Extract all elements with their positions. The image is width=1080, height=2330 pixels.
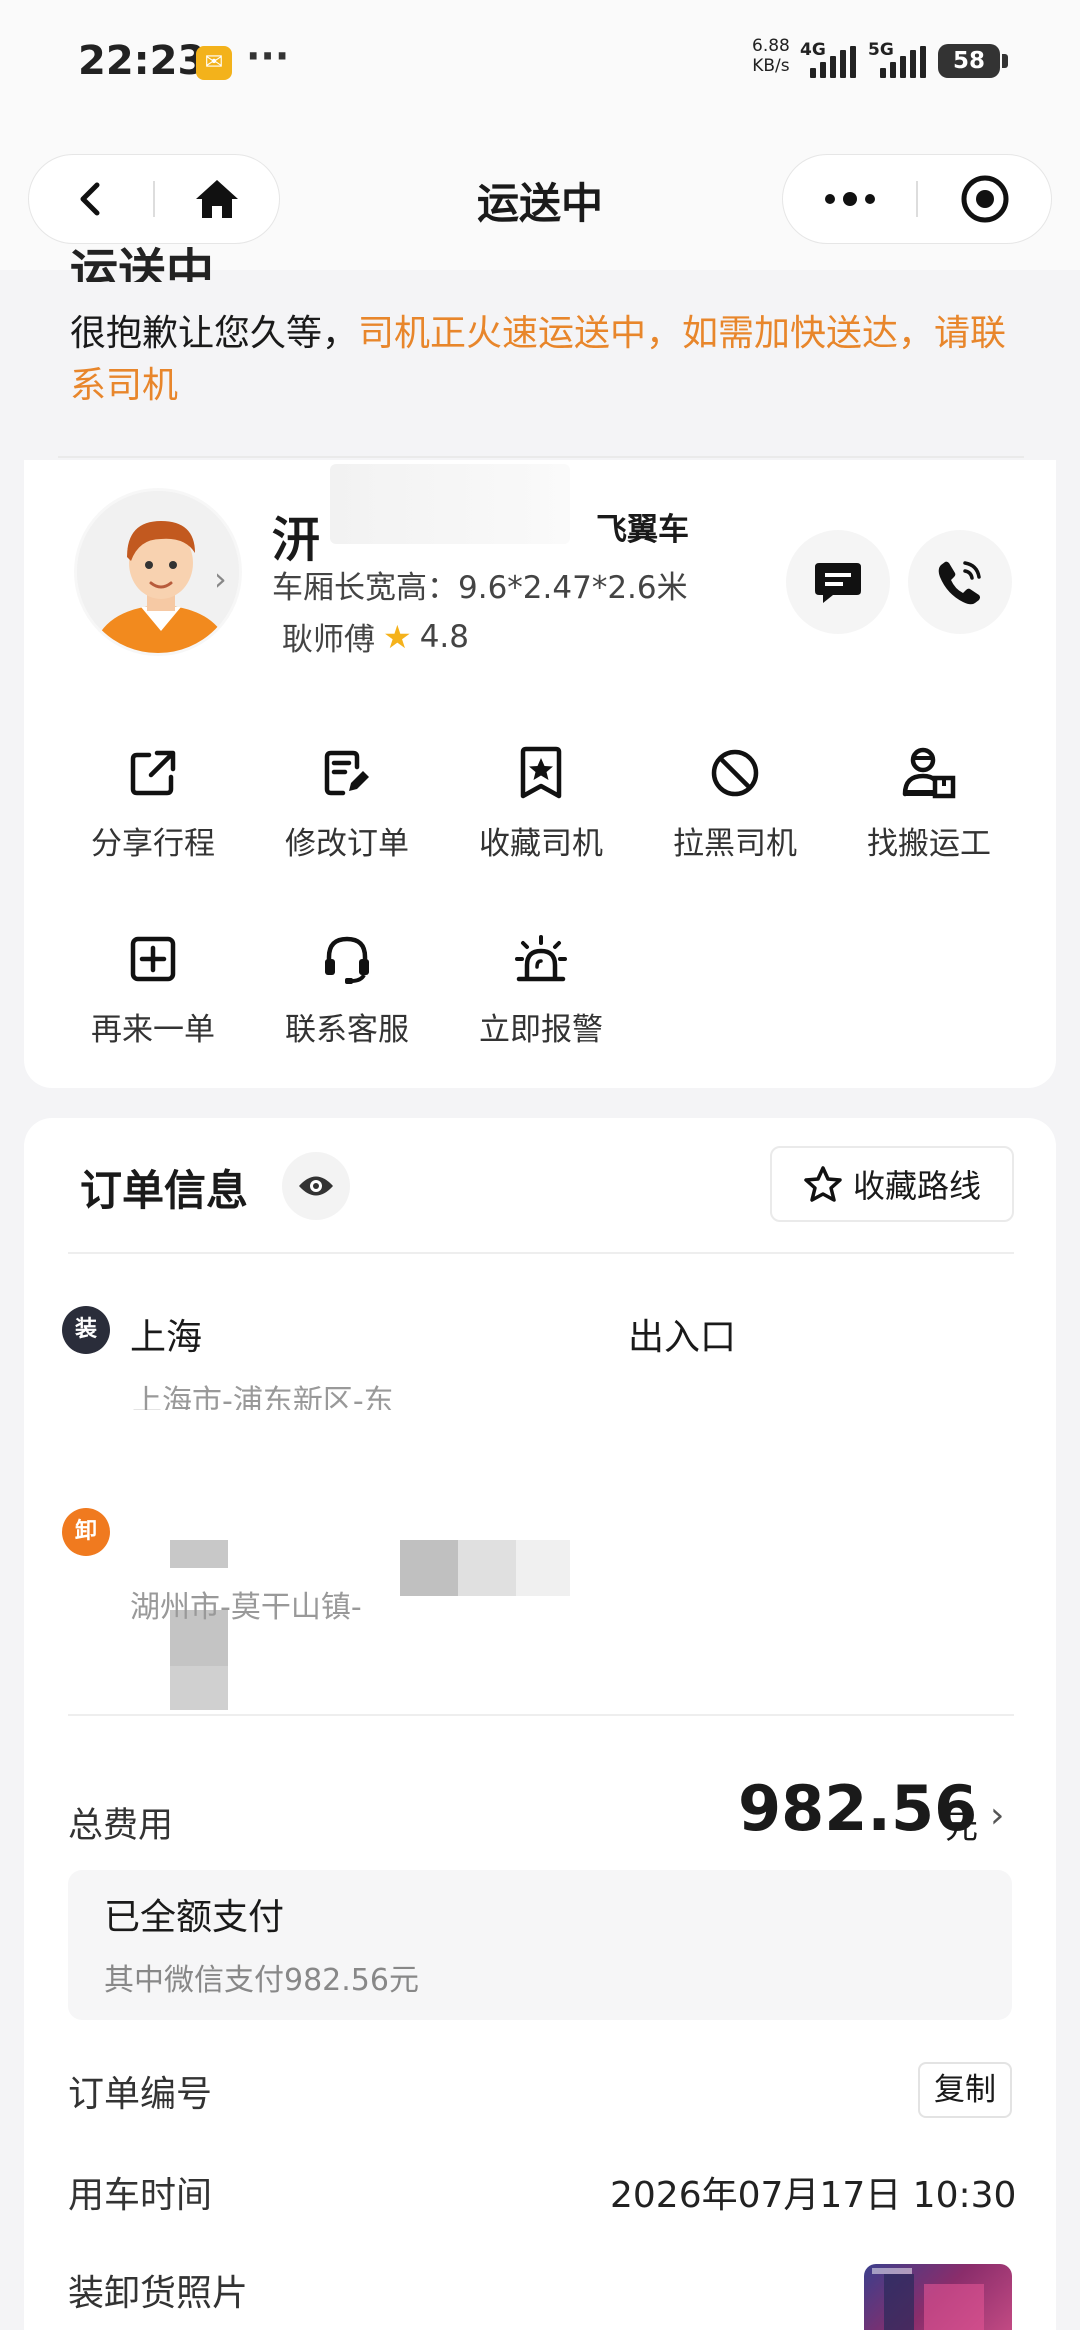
driver-plate-name: 汧: [272, 512, 321, 568]
add-order-icon: [130, 936, 176, 982]
action-edit-order[interactable]: 修改订单: [252, 742, 442, 863]
car-type: 飞翼车: [596, 512, 689, 548]
action-label: 联系客服: [285, 1012, 409, 1048]
payment-detail: 其中微信支付982.56元: [104, 1963, 419, 1998]
nav-right-capsule: [782, 154, 1052, 244]
battery-icon: [1002, 54, 1008, 68]
chevron-right-icon[interactable]: ›: [990, 1795, 1004, 1836]
unload-address: 湖州市-莫干山镇-: [130, 1590, 362, 1625]
action-reorder[interactable]: 再来一单: [58, 928, 248, 1049]
use-time-value: 2026年07月17日 10:30: [610, 2175, 1017, 2216]
close-miniapp-button[interactable]: [918, 155, 1051, 243]
driver-name: 耿师傅: [282, 622, 375, 658]
phone-icon: [938, 561, 981, 605]
eye-icon: [299, 1176, 333, 1196]
more-notifications-icon: ···: [246, 34, 290, 78]
favorite-route-button[interactable]: 收藏路线: [770, 1146, 1014, 1222]
more-dots-icon: [824, 192, 875, 206]
block-icon: [711, 749, 759, 797]
net-speed-unit: KB/s: [752, 56, 790, 76]
headset-icon: [325, 936, 369, 984]
payment-status: 已全额支付: [104, 1897, 285, 1938]
call-driver-button[interactable]: [908, 530, 1012, 634]
action-contact-support[interactable]: 联系客服: [252, 928, 442, 1049]
order-card: [24, 1118, 1056, 2330]
load-location-name: 上海: [130, 1317, 203, 1358]
status-message-plain: 很抱歉让您久等，: [70, 313, 359, 354]
divider: [68, 1252, 1014, 1254]
driver-rating: 耿师傅 ★ 4.8: [282, 614, 469, 659]
clock: 22:23: [78, 38, 206, 84]
car-size: 车厢长宽高：9.6*2.47*2.6米: [272, 570, 688, 606]
more-menu-button[interactable]: [783, 155, 916, 243]
action-label: 分享行程: [91, 826, 215, 862]
action-share-trip[interactable]: 分享行程: [58, 742, 248, 863]
cargo-photos-label: 装卸货照片: [68, 2273, 249, 2314]
porter-icon: [902, 747, 956, 799]
message-driver-button[interactable]: [786, 530, 890, 634]
target-close-icon: [961, 175, 1008, 223]
edit-order-icon: [324, 750, 369, 796]
share-icon: [130, 750, 176, 796]
battery-level: 58: [938, 44, 1000, 78]
network-speed: 6.88 KB/s: [752, 36, 790, 76]
favorite-route-label: 收藏路线: [852, 1167, 981, 1205]
chat-icon: [815, 563, 861, 603]
action-label: 再来一单: [91, 1012, 215, 1048]
signal-icon: [810, 46, 856, 78]
net-speed-value: 6.88: [752, 36, 790, 56]
alarm-icon: [515, 935, 567, 982]
total-fee-label: 总费用: [68, 1806, 174, 1846]
bookmark-star-icon: [520, 746, 562, 799]
mail-notification-icon: ✉: [196, 46, 232, 80]
signal-icon: [880, 46, 926, 78]
star-icon: ★: [383, 617, 412, 656]
divider: [68, 1714, 1014, 1716]
action-block-driver[interactable]: 拉黑司机: [640, 742, 830, 863]
total-fee-amount[interactable]: 982.56: [738, 1772, 977, 1845]
load-location-exit: 出入口: [628, 1317, 737, 1358]
rating-value: 4.8: [419, 618, 469, 655]
action-call-police[interactable]: 立即报警: [446, 928, 636, 1049]
copy-order-number-button[interactable]: 复制: [918, 2062, 1012, 2118]
action-label: 修改订单: [285, 826, 409, 862]
action-favorite-driver[interactable]: 收藏司机: [446, 742, 636, 863]
action-label: 收藏司机: [479, 826, 603, 862]
action-label: 立即报警: [479, 1012, 603, 1048]
chevron-right-icon: ›: [214, 560, 227, 598]
unload-pin-icon: 卸: [62, 1508, 110, 1556]
action-label: 拉黑司机: [673, 826, 797, 862]
cargo-photo-thumbnail[interactable]: [864, 2264, 1012, 2330]
use-time-label: 用车时间: [68, 2175, 213, 2216]
toggle-visibility-button[interactable]: [282, 1152, 350, 1220]
photo-content: [872, 2268, 984, 2330]
load-address: 上海市-浦东新区-东: [132, 1384, 394, 1410]
load-pin-icon: 装: [62, 1306, 110, 1354]
order-number-label: 订单编号: [68, 2074, 213, 2115]
star-outline-icon: [804, 1166, 842, 1202]
status-message: 很抱歉让您久等，司机正火速运送中，如需加快送达，请联系司机: [70, 308, 1030, 412]
redacted-blur: [330, 464, 570, 544]
action-label: 找搬运工: [867, 826, 991, 862]
status-heading: 运送中: [70, 244, 215, 282]
order-info-title: 订单信息: [80, 1166, 249, 1215]
divider: [58, 456, 1024, 458]
total-fee-unit: 元: [945, 1807, 978, 1846]
action-find-porter[interactable]: 找搬运工: [834, 742, 1024, 863]
